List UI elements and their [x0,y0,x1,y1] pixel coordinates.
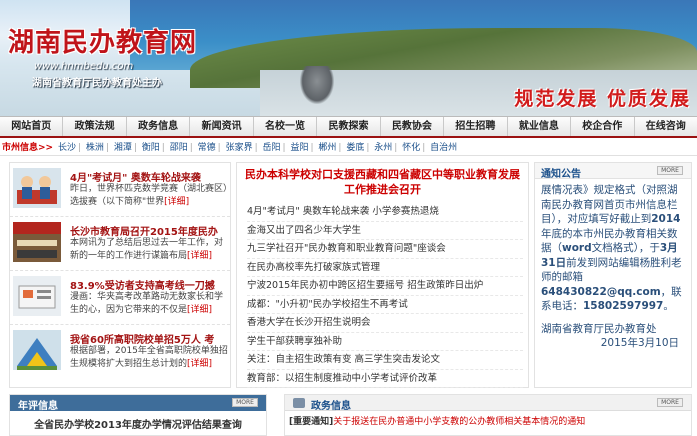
news-title[interactable]: 83.9%受访者支持高考线一刀撼 [70,277,215,292]
nav-enrollment[interactable]: 招生招聘 [444,117,508,136]
notice-body: 展情况表》规定格式（对照湖南民办教育网首页市州信息栏目），对应填写好截止到201… [541,184,682,312]
main-nav: 网站首页 政策法规 政务信息 新闻资讯 名校一览 民教探索 民教协会 招生招聘 … [0,116,697,138]
notice-panel: 通知公告 MORE 展情况表》规定格式（对照湖南民办教育网首页市州信息栏目），对… [534,162,692,388]
list-item[interactable]: 4月"考试月" 奥数车轮战来袭 小学参赛热退烧 [247,203,523,222]
site-slogan: 规范发展 优质发展 [514,88,691,110]
detail-link[interactable]: [详细] [187,359,212,369]
city-link[interactable]: 岳阳 [263,143,281,153]
nav-home[interactable]: 网站首页 [0,117,64,136]
site-logo-title[interactable]: 湖南民办教育网 [8,22,197,59]
list-item[interactable]: 关注：自主招生政策有变 高三学生突击发论文 [247,351,523,370]
notice-title: 通知公告 [541,169,581,180]
site-url: www.hnmbedu.com [34,61,134,72]
city-link[interactable]: 常德 [198,143,216,153]
city-link[interactable]: 邵阳 [170,143,188,153]
list-item: 长沙市教育局召开2015年度民办 本网讯为了总结后思过去一年工作，对新的一年的工… [10,217,230,271]
nav-consult[interactable]: 在线咨询 [635,117,697,136]
nav-news[interactable]: 新闻资讯 [190,117,254,136]
nav-cooperation[interactable]: 校企合作 [571,117,635,136]
gov-info-header: 政务信息 MORE [285,395,691,412]
review-info-panel: 年评信息 MORE 全省民办学校2013年度办学情况评估结果查询 [9,394,267,436]
city-link[interactable]: 益阳 [290,143,308,153]
city-link[interactable]: 娄底 [346,143,364,153]
list-item[interactable]: 香港大学在长沙开招生说明会 [247,314,523,333]
list-item: 4月"考试月" 奥数车轮战来袭 昨日，世界杯匹克数学竞赛（湖北赛区）选拔赛（以下… [10,163,230,217]
site-subtitle: 湖南省教育厅民办教育处主办 [32,78,162,89]
nav-employment[interactable]: 就业信息 [508,117,572,136]
email-link[interactable]: 648430822@qq.com [541,286,661,298]
city-bar: 市州信息>> 长沙 | 株洲 | 湘潭 | 衡阳 | 邵阳 | 常德 | 张家界 | 岳阳 | … [0,140,697,156]
list-item[interactable]: 金海又出了四名少年大学生 [247,222,523,240]
detail-link[interactable]: [详细] [187,251,212,261]
nav-policy[interactable]: 政策法规 [63,117,127,136]
review-info-item[interactable]: 全省民办学校2013年度办学情况评估结果查询 [10,411,266,436]
review-info-title: 年评信息 [18,401,58,412]
news-title[interactable]: 长沙市教育局召开2015年度民办 [70,223,218,238]
notice-header: 通知公告 MORE [535,163,691,180]
news-desc: 根据部署，2015年全省高职院校单独招生规模将扩大到招生总计划的[详细] [70,346,228,369]
news-thumbnail[interactable] [13,276,61,316]
list-item[interactable]: 在民办高校率先打破家族式管理 [247,259,523,277]
news-thumbnail[interactable] [13,168,61,208]
list-item[interactable]: 教育部：以招生制度推动中小学考试评价改革 [247,370,523,388]
city-link[interactable]: 张家界 [226,143,253,153]
nav-gov-info[interactable]: 政务信息 [127,117,191,136]
city-bar-label: 市州信息>> [2,143,54,153]
more-button[interactable]: MORE [232,398,258,407]
headline-link[interactable]: 民办本科学校对口支援西藏和四省藏区中等职业教育发展工作推进会召开 [237,167,528,197]
city-link[interactable]: 怀化 [402,143,420,153]
gov-info-panel: 政务信息 MORE [重要通知]关于报送在民办普通中小学支教的公办教师相关基本情… [284,394,692,436]
more-button[interactable]: MORE [657,166,683,175]
notice-signature: 湖南省教育厅民办教育处 2015年3月10日 [535,314,691,350]
city-link[interactable]: 衡阳 [142,143,160,153]
detail-link[interactable]: [详细] [164,197,189,207]
city-link[interactable]: 株洲 [86,143,104,153]
list-item[interactable]: 宁波2015年民办初中跨区招生要摇号 招生政策昨日出炉 [247,277,523,296]
news-desc: 漫画：华夹高考改革路动无数家长和学生的心，因为它带来的不仅是[详细] [70,292,224,315]
city-link[interactable]: 自治州 [430,143,457,153]
review-info-header: 年评信息 MORE [10,395,266,412]
more-button[interactable]: MORE [657,398,683,407]
city-link[interactable]: 长沙 [58,143,76,153]
site-banner: 湖南民办教育网 www.hnmbedu.com 湖南省教育厅民办教育处主办 规范… [0,0,697,116]
list-item: 我省60所高职院校单招5万人 考 根据部署，2015年全省高职院校单独招生规模将… [10,325,230,379]
list-item[interactable]: 成都："小升初"民办学校招生不再考试 [247,296,523,314]
news-title[interactable]: 4月"考试月" 奥数车轮战来袭 [70,169,201,184]
important-tag: [重要通知] [289,417,334,427]
banner-statue [300,66,334,104]
middle-news-panel: 民办本科学校对口支援西藏和四省藏区中等职业教育发展工作推进会召开 4月"考试月"… [236,162,529,388]
notice-sign-org: 湖南省教育厅民办教育处 [541,322,657,335]
notice-date: 2015年3月10日 [600,336,679,349]
list-item[interactable]: 学生干部获聘享独补助 [247,333,523,351]
left-news-panel: 4月"考试月" 奥数车轮战来袭 昨日，世界杯匹克数学竞赛（湖北赛区）选拔赛（以下… [9,162,231,388]
news-desc: 本网讯为了总结后思过去一年工作，对新的一年的工作进行谋篇布局[详细] [70,238,224,261]
city-link[interactable]: 永州 [374,143,392,153]
news-title[interactable]: 我省60所高职院校单招5万人 考 [70,331,214,346]
gov-info-link[interactable]: 关于报送在民办普通中小学支教的公办教师相关基本情况的通知 [333,417,585,427]
nav-association[interactable]: 民教协会 [381,117,445,136]
folder-icon [293,398,305,408]
gov-info-title: 政务信息 [311,401,351,412]
nav-explore[interactable]: 民教探索 [317,117,381,136]
nav-schools[interactable]: 名校一览 [254,117,318,136]
list-item: 83.9%受访者支持高考线一刀撼 漫画：华夹高考改革路动无数家长和学生的心，因为… [10,271,230,325]
city-link[interactable]: 郴州 [318,143,336,153]
news-thumbnail[interactable] [13,330,61,370]
city-link[interactable]: 湘潭 [114,143,132,153]
gov-info-item[interactable]: [重要通知]关于报送在民办普通中小学支教的公办教师相关基本情况的通知 [285,411,691,430]
news-thumbnail[interactable] [13,222,61,262]
detail-link[interactable]: [详细] [187,305,212,315]
news-desc: 昨日，世界杯匹克数学竞赛（湖北赛区）选拔赛（以下简称"世界[详细] [70,184,228,207]
news-list: 4月"考试月" 奥数车轮战来袭 小学参赛热退烧 金海又出了四名少年大学生 九三学… [247,203,523,388]
list-item[interactable]: 九三学社召开"民办教育和职业教育问题"座谈会 [247,240,523,259]
